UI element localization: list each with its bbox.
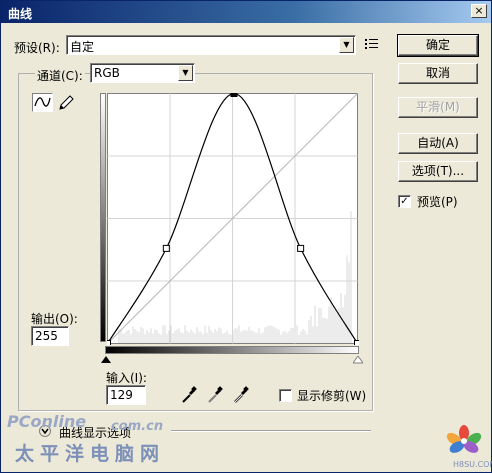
show-clipping-label: 显示修剪(W) (297, 389, 367, 403)
ok-button[interactable]: 确定 (397, 34, 479, 57)
input-field[interactable]: 129 (106, 385, 146, 405)
output-value: 255 (35, 329, 58, 343)
preview-checkbox[interactable]: ✓ (398, 195, 411, 208)
show-clipping-checkbox[interactable] (279, 389, 292, 402)
white-point-slider[interactable] (353, 356, 363, 364)
curve-control-point[interactable] (230, 93, 238, 97)
pencil-tool-button[interactable] (55, 93, 76, 112)
close-button[interactable]: × (471, 4, 487, 18)
site-logo-icon (446, 425, 482, 453)
curve-control-point[interactable] (354, 340, 360, 346)
channel-value: RGB (94, 66, 120, 80)
preset-menu-icon[interactable] (365, 38, 379, 50)
preview-label: 预览(P) (417, 195, 458, 209)
preset-label: 预设(R): (14, 41, 60, 55)
preset-select[interactable]: 自定 ▼ (66, 35, 356, 55)
channel-label: 通道(C): (35, 67, 85, 84)
section-divider (171, 430, 371, 432)
gray-eyedropper-icon[interactable] (207, 386, 223, 404)
curve-tool-button[interactable] (32, 93, 53, 112)
site-watermark: H8SU.COM (453, 460, 492, 469)
preset-value: 自定 (70, 40, 95, 54)
curves-dialog: 曲线 × 预设(R): 自定 ▼ 确定 取消 平滑(M) 自动(A) 选项(T)… (0, 0, 492, 473)
chevron-down-icon: ▼ (339, 37, 354, 53)
white-eyedropper-icon[interactable] (233, 386, 249, 404)
output-gradient-ramp (100, 93, 106, 342)
title-bar: 曲线 × (1, 1, 491, 23)
pencil-tool-icon (59, 95, 74, 110)
input-value: 129 (110, 388, 133, 402)
channel-select[interactable]: RGB ▼ (90, 63, 195, 83)
smooth-button[interactable]: 平滑(M) (398, 97, 478, 118)
output-field[interactable]: 255 (31, 326, 69, 346)
dialog-title: 曲线 (8, 7, 33, 21)
black-point-slider[interactable] (101, 356, 111, 364)
chevron-down-icon: ▼ (178, 65, 193, 81)
input-label: 输入(I): (106, 371, 147, 385)
curve-graph[interactable] (107, 93, 359, 345)
curve-tool-icon (34, 97, 51, 107)
curve-control-point[interactable] (162, 244, 170, 252)
cancel-button[interactable]: 取消 (398, 63, 478, 84)
curve-control-point[interactable] (107, 340, 111, 346)
watermark-domain: com.cn (111, 419, 164, 434)
auto-button[interactable]: 自动(A) (398, 133, 478, 154)
watermark-brand: PConline (7, 412, 87, 431)
output-label: 输出(O): (31, 312, 78, 326)
watermark-chinese: 太平洋电脑网 (15, 443, 166, 465)
black-eyedropper-icon[interactable] (181, 386, 197, 404)
curve-control-point[interactable] (297, 244, 305, 252)
options-button[interactable]: 选项(T)... (398, 161, 478, 182)
input-gradient-ramp (105, 346, 359, 354)
close-icon: × (474, 4, 484, 17)
